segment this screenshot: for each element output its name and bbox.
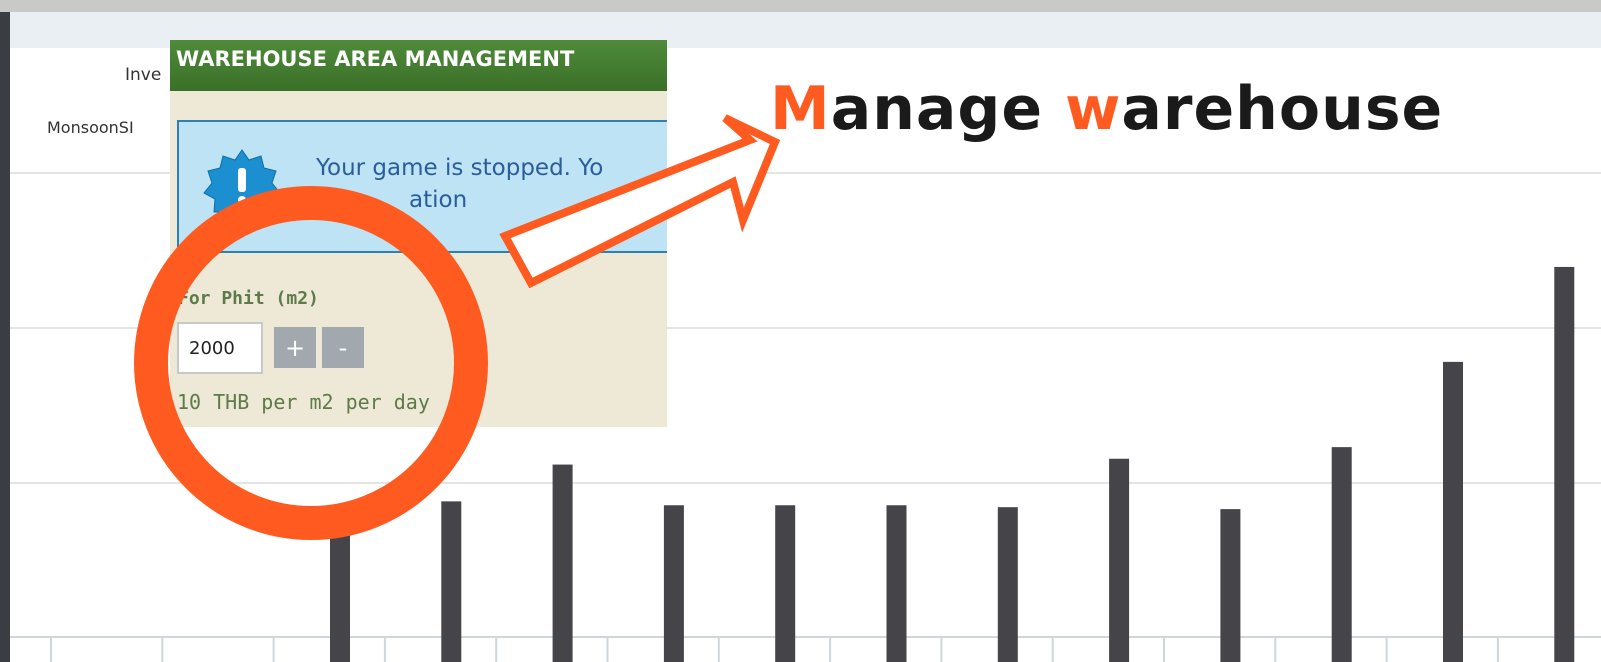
callout-letter-w: w [1064, 74, 1122, 144]
callout-word-2: arehouse [1121, 74, 1444, 144]
callout-word-1: anage [830, 74, 1065, 144]
callout-letter-m: M [770, 74, 831, 144]
callout-text: Manage warehouse [770, 74, 1443, 144]
pointer-arrow [499, 114, 781, 289]
highlight-ring [134, 186, 488, 540]
